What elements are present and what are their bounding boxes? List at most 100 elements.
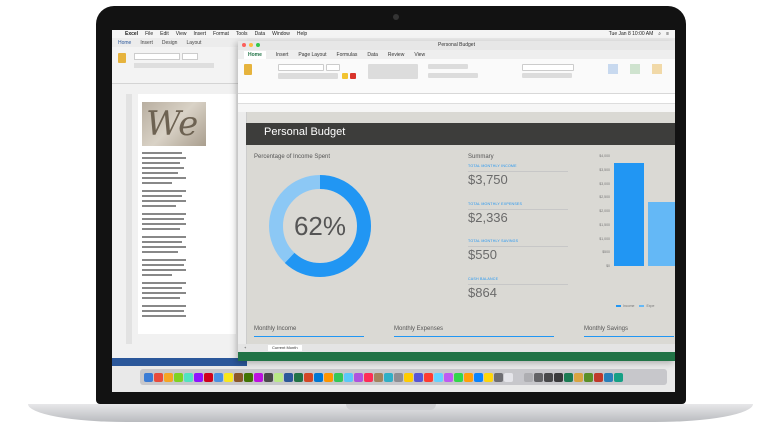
y-tick-label: $1,500 (599, 222, 610, 227)
dock-app-icon[interactable] (514, 372, 523, 382)
word-tab-design[interactable]: Design (162, 40, 178, 46)
number-format-box[interactable] (522, 64, 574, 71)
dock-app-icon[interactable] (284, 372, 293, 382)
dock-app-icon[interactable] (574, 372, 583, 382)
search-icon[interactable]: ⌕ (658, 31, 661, 37)
dock-app-icon[interactable] (234, 372, 243, 382)
legend-expenses-label: Expe (646, 304, 655, 308)
conditional-formatting-icon[interactable] (608, 64, 618, 74)
dock-app-icon[interactable] (564, 372, 573, 382)
tab-home[interactable]: Home (244, 50, 266, 59)
size-box[interactable] (182, 53, 198, 60)
sheet-tabs-bar: + Current Month (238, 344, 675, 352)
dock-app-icon[interactable] (554, 372, 563, 382)
font-name-box[interactable] (278, 64, 324, 71)
dock-app-icon[interactable] (324, 372, 333, 382)
dock-app-icon[interactable] (174, 372, 183, 382)
menu-data[interactable]: Data (255, 31, 266, 37)
menu-tools[interactable]: Tools (236, 31, 248, 37)
menu-list-icon[interactable]: ≡ (666, 31, 669, 37)
dock-app-icon[interactable] (394, 372, 403, 382)
dock-app-icon[interactable] (304, 372, 313, 382)
dock-app-icon[interactable] (164, 372, 173, 382)
menu-help[interactable]: Help (297, 31, 307, 37)
alignment-buttons[interactable] (368, 64, 418, 79)
dock-app-icon[interactable] (534, 372, 543, 382)
menu-edit[interactable]: Edit (160, 31, 169, 37)
dock-app-icon[interactable] (214, 372, 223, 382)
dock-app-icon[interactable] (484, 372, 493, 382)
dock-app-icon[interactable] (354, 372, 363, 382)
sheet-title: Personal Budget (264, 126, 346, 138)
number-format-buttons[interactable] (522, 73, 572, 78)
menu-format[interactable]: Format (213, 31, 229, 37)
dock-app-icon[interactable] (404, 372, 413, 382)
dock-app-icon[interactable] (524, 372, 533, 382)
dock-app-icon[interactable] (424, 372, 433, 382)
tab-data[interactable]: Data (367, 52, 378, 58)
dock-app-icon[interactable] (194, 372, 203, 382)
merge-button[interactable] (428, 73, 478, 78)
menu-window[interactable]: Window (272, 31, 290, 37)
dock-app-icon[interactable] (604, 372, 613, 382)
paste-icon[interactable] (244, 64, 252, 75)
font-color-button[interactable] (350, 73, 356, 79)
dock-app-icon[interactable] (274, 372, 283, 382)
dock-app-icon[interactable] (184, 372, 193, 382)
dock-app-icon[interactable] (294, 372, 303, 382)
dock-app-icon[interactable] (314, 372, 323, 382)
tab-page-layout[interactable]: Page Layout (298, 52, 326, 58)
fill-color-button[interactable] (342, 73, 348, 79)
word-tab-layout[interactable]: Layout (186, 40, 201, 46)
menu-app[interactable]: Excel (125, 31, 138, 37)
tab-view[interactable]: View (414, 52, 425, 58)
dock-app-icon[interactable] (544, 372, 553, 382)
format-buttons[interactable] (134, 63, 214, 68)
dock-app-icon[interactable] (494, 372, 503, 382)
dock-app-icon[interactable] (244, 372, 253, 382)
tab-review[interactable]: Review (388, 52, 404, 58)
dock-app-icon[interactable] (264, 372, 273, 382)
menu-insert[interactable]: Insert (194, 31, 207, 37)
dock-app-icon[interactable] (144, 372, 153, 382)
format-as-table-icon[interactable] (630, 64, 640, 74)
font-size-box[interactable] (326, 64, 340, 71)
summary-expenses-label: TOTAL MONTHLY EXPENSES (468, 202, 523, 206)
word-tab-home[interactable]: Home (118, 40, 131, 46)
image-lettering: We (146, 104, 199, 144)
paste-icon[interactable] (118, 53, 126, 63)
dock-app-icon[interactable] (224, 372, 233, 382)
sheet-tab-current-month[interactable]: Current Month (268, 345, 302, 351)
dock-app-icon[interactable] (504, 372, 513, 382)
dock-app-icon[interactable] (374, 372, 383, 382)
dock-app-icon[interactable] (454, 372, 463, 382)
formula-bar[interactable] (238, 94, 675, 104)
word-tab-insert[interactable]: Insert (140, 40, 153, 46)
dock-app-icon[interactable] (464, 372, 473, 382)
dock-app-icon[interactable] (584, 372, 593, 382)
dock-app-icon[interactable] (384, 372, 393, 382)
dock-app-icon[interactable] (344, 372, 353, 382)
dock-app-icon[interactable] (254, 372, 263, 382)
dock-app-icon[interactable] (474, 372, 483, 382)
legend-expenses: Expe (639, 304, 654, 308)
font-box[interactable] (134, 53, 180, 60)
bold-italic-buttons[interactable] (278, 73, 338, 79)
dock-app-icon[interactable] (434, 372, 443, 382)
legend-income: Income (616, 304, 634, 308)
dock-app-icon[interactable] (334, 372, 343, 382)
dock-app-icon[interactable] (364, 372, 373, 382)
dock-app-icon[interactable] (154, 372, 163, 382)
dock-app-icon[interactable] (444, 372, 453, 382)
dock-app-icon[interactable] (204, 372, 213, 382)
cell-styles-icon[interactable] (652, 64, 662, 74)
dock-app-icon[interactable] (414, 372, 423, 382)
dock-app-icon[interactable] (614, 372, 623, 382)
wrap-text-button[interactable] (428, 64, 468, 69)
dock-app-icon[interactable] (594, 372, 603, 382)
tab-insert[interactable]: Insert (276, 52, 289, 58)
menu-view[interactable]: View (176, 31, 187, 37)
tab-formulas[interactable]: Formulas (337, 52, 358, 58)
add-sheet-icon[interactable]: + (244, 345, 246, 350)
menu-file[interactable]: File (145, 31, 153, 37)
